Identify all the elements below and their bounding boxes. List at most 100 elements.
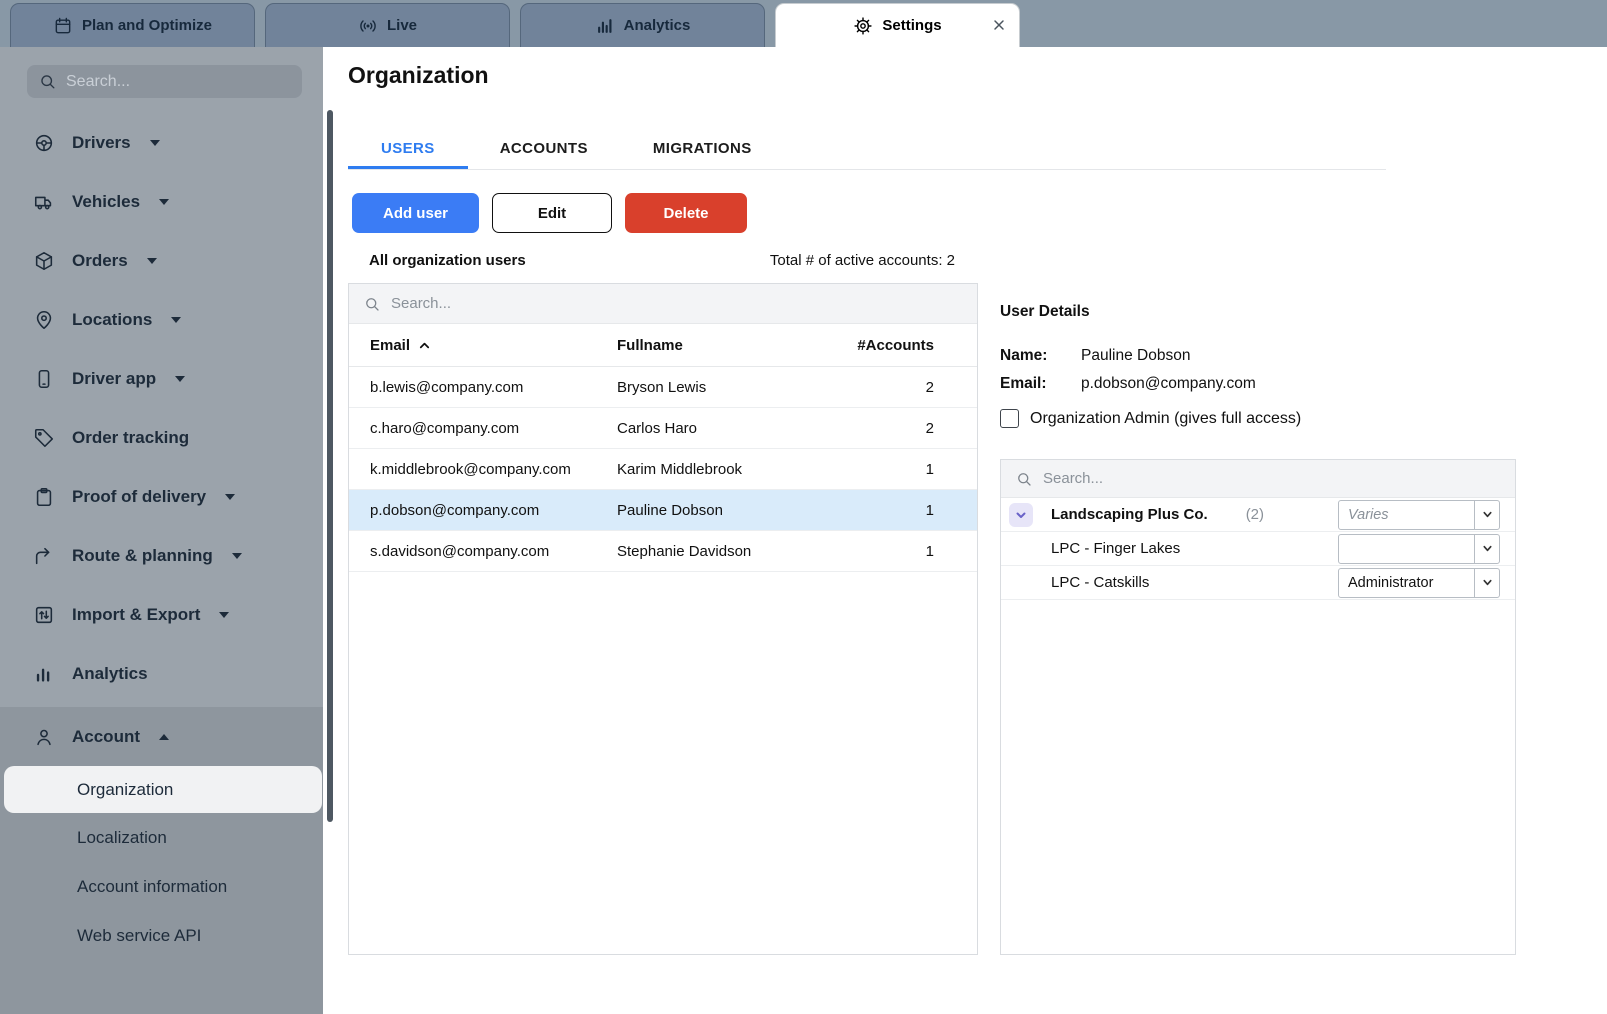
top-tab-bar: Plan and Optimize Live Analytics Setting… bbox=[0, 0, 1607, 47]
tab-migrations[interactable]: MIGRATIONS bbox=[653, 127, 752, 169]
search-icon bbox=[363, 295, 381, 313]
sidebar-subitem-account-information[interactable]: Account information bbox=[0, 862, 323, 911]
detail-name-row: Name: Pauline Dobson bbox=[1000, 347, 1190, 365]
role-select[interactable]: Administrator bbox=[1338, 568, 1500, 598]
sidebar-item-account[interactable]: Account bbox=[0, 707, 323, 766]
chevron-down-icon bbox=[1474, 569, 1499, 597]
delete-user-button[interactable]: Delete bbox=[625, 193, 747, 233]
sidebar-subitem-organization[interactable]: Organization bbox=[4, 766, 322, 813]
cell-email: s.davidson@company.com bbox=[349, 543, 617, 560]
search-icon bbox=[1015, 470, 1033, 488]
tab-plan-and-optimize[interactable]: Plan and Optimize bbox=[10, 3, 255, 47]
chevron-down-icon bbox=[232, 553, 242, 559]
edit-user-button[interactable]: Edit bbox=[492, 193, 612, 233]
tab-settings[interactable]: Settings bbox=[775, 3, 1020, 47]
tab-accounts[interactable]: ACCOUNTS bbox=[500, 127, 588, 169]
tree-row-child[interactable]: LPC - Finger Lakes bbox=[1001, 532, 1515, 566]
tabs-divider bbox=[348, 169, 1386, 170]
close-icon[interactable] bbox=[991, 17, 1007, 33]
sidebar-subitem-web-service-api[interactable]: Web service API bbox=[0, 911, 323, 960]
sidebar-item-locations[interactable]: Locations bbox=[0, 290, 323, 349]
sidebar-scrollbar[interactable] bbox=[327, 110, 333, 822]
chevron-down-icon bbox=[219, 612, 229, 618]
sidebar-item-label: Driver app bbox=[72, 369, 156, 389]
accounts-search[interactable] bbox=[1001, 460, 1515, 498]
sidebar-item-driver-app[interactable]: Driver app bbox=[0, 349, 323, 408]
detail-email-row: Email: p.dobson@company.com bbox=[1000, 375, 1256, 393]
sidebar-subitem-localization[interactable]: Localization bbox=[0, 813, 323, 862]
account-name: LPC - Finger Lakes bbox=[1051, 540, 1180, 557]
users-search-input[interactable] bbox=[391, 295, 963, 312]
sidebar-subitem-label: Organization bbox=[77, 780, 173, 800]
tab-label: Settings bbox=[882, 17, 941, 34]
column-header-accounts[interactable]: #Accounts bbox=[857, 337, 977, 354]
sidebar-item-label: Analytics bbox=[72, 664, 148, 684]
tab-live[interactable]: Live bbox=[265, 3, 510, 47]
table-row[interactable]: c.haro@company.com Carlos Haro 2 bbox=[349, 408, 977, 449]
org-admin-checkbox[interactable] bbox=[1000, 409, 1019, 428]
phone-icon bbox=[33, 368, 55, 390]
tag-icon bbox=[33, 427, 55, 449]
cell-email: c.haro@company.com bbox=[349, 420, 617, 437]
map-pin-icon bbox=[33, 309, 55, 331]
account-name: Landscaping Plus Co. bbox=[1051, 506, 1208, 523]
live-broadcast-icon bbox=[358, 16, 378, 36]
cell-email: p.dobson@company.com bbox=[349, 502, 617, 519]
clipboard-icon bbox=[33, 486, 55, 508]
sidebar-item-order-tracking[interactable]: Order tracking bbox=[0, 408, 323, 467]
bar-chart-icon bbox=[595, 16, 615, 36]
users-list-title: All organization users bbox=[348, 252, 526, 269]
tree-row-child[interactable]: LPC - Catskills Administrator bbox=[1001, 566, 1515, 600]
cell-fullname: Karim Middlebrook bbox=[617, 461, 877, 478]
sidebar-item-proof-of-delivery[interactable]: Proof of delivery bbox=[0, 467, 323, 526]
sidebar: Drivers Vehicles Orders Locations Driver bbox=[0, 47, 323, 1014]
chevron-down-icon bbox=[147, 258, 157, 264]
account-name: LPC - Catskills bbox=[1051, 574, 1149, 591]
org-admin-row: Organization Admin (gives full access) bbox=[1000, 409, 1301, 428]
sidebar-item-drivers[interactable]: Drivers bbox=[0, 113, 323, 172]
tree-row-parent[interactable]: Landscaping Plus Co. (2) Varies bbox=[1001, 498, 1515, 532]
accounts-tree-panel: Landscaping Plus Co. (2) Varies LPC - Fi… bbox=[1000, 459, 1516, 955]
sidebar-item-label: Import & Export bbox=[72, 605, 200, 625]
chevron-down-icon bbox=[150, 140, 160, 146]
route-arrow-icon bbox=[33, 545, 55, 567]
table-row[interactable]: s.davidson@company.com Stephanie Davidso… bbox=[349, 531, 977, 572]
column-label: Email bbox=[370, 337, 410, 354]
search-icon bbox=[38, 72, 57, 91]
sidebar-item-route-planning[interactable]: Route & planning bbox=[0, 526, 323, 585]
tab-analytics[interactable]: Analytics bbox=[520, 3, 765, 47]
organization-tabs: USERS ACCOUNTS MIGRATIONS bbox=[348, 127, 752, 169]
bar-chart-icon bbox=[33, 663, 55, 685]
add-user-button[interactable]: Add user bbox=[352, 193, 479, 233]
cell-fullname: Bryson Lewis bbox=[617, 379, 877, 396]
table-row-selected[interactable]: p.dobson@company.com Pauline Dobson 1 bbox=[349, 490, 977, 531]
package-icon bbox=[33, 250, 55, 272]
steering-wheel-icon bbox=[33, 132, 55, 154]
email-value: p.dobson@company.com bbox=[1081, 375, 1256, 393]
sidebar-item-vehicles[interactable]: Vehicles bbox=[0, 172, 323, 231]
role-select[interactable]: Varies bbox=[1338, 500, 1500, 530]
sidebar-search-input[interactable] bbox=[66, 73, 291, 91]
name-value: Pauline Dobson bbox=[1081, 347, 1190, 365]
sidebar-item-orders[interactable]: Orders bbox=[0, 231, 323, 290]
user-details-heading: User Details bbox=[1000, 303, 1090, 321]
table-row[interactable]: b.lewis@company.com Bryson Lewis 2 bbox=[349, 367, 977, 408]
user-actions: Add user Edit Delete bbox=[352, 193, 747, 233]
sidebar-item-import-export[interactable]: Import & Export bbox=[0, 585, 323, 644]
chevron-up-icon bbox=[159, 734, 169, 740]
expand-collapse-icon[interactable] bbox=[1009, 503, 1033, 527]
column-header-fullname[interactable]: Fullname bbox=[617, 337, 857, 354]
sidebar-item-label: Route & planning bbox=[72, 546, 213, 566]
chevron-down-icon bbox=[171, 317, 181, 323]
accounts-search-input[interactable] bbox=[1043, 470, 1501, 487]
person-icon bbox=[33, 726, 55, 748]
column-header-email[interactable]: Email bbox=[349, 337, 617, 354]
sidebar-search[interactable] bbox=[27, 65, 302, 98]
users-search[interactable] bbox=[349, 284, 977, 324]
tab-users[interactable]: USERS bbox=[348, 127, 468, 169]
table-row[interactable]: k.middlebrook@company.com Karim Middlebr… bbox=[349, 449, 977, 490]
sidebar-item-analytics[interactable]: Analytics bbox=[0, 644, 323, 703]
role-select[interactable] bbox=[1338, 534, 1500, 564]
sidebar-item-label: Account bbox=[72, 727, 140, 747]
cell-fullname: Carlos Haro bbox=[617, 420, 877, 437]
